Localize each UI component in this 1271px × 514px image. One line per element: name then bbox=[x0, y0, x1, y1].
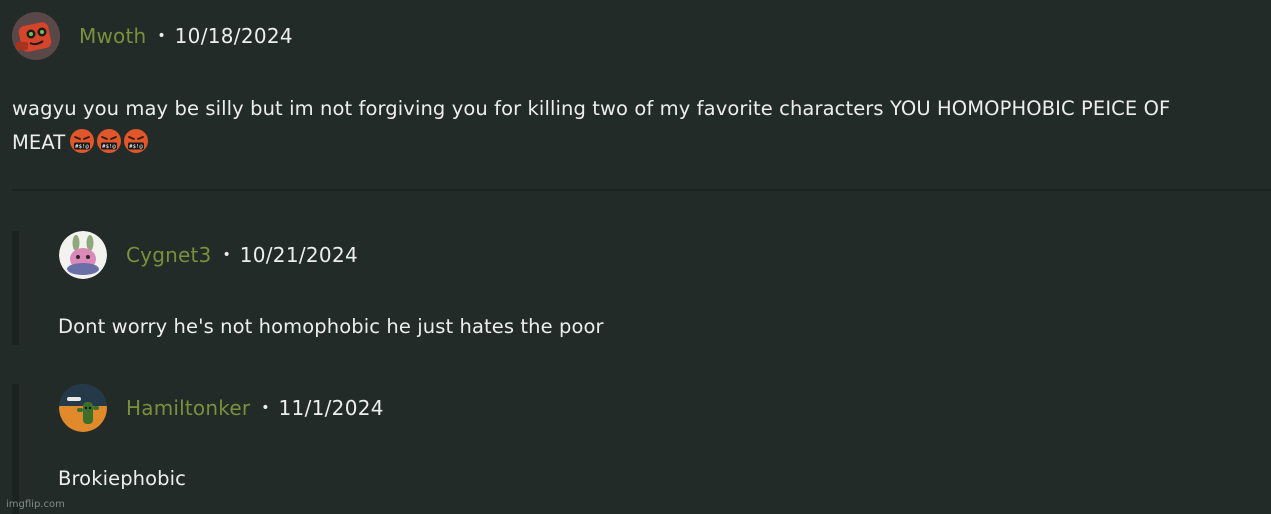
comment-text-line: MEAT #$!@ #$!@ #$!@ bbox=[12, 126, 1267, 160]
username-link[interactable]: Hamiltonker bbox=[126, 396, 250, 420]
emoji-glyph-text: #$!@ bbox=[75, 144, 89, 150]
main-comment-text: wagyu you may be silly but im not forgiv… bbox=[12, 92, 1267, 160]
comment-text-line: Dont worry he's not homophobic he just h… bbox=[58, 315, 604, 338]
main-comment-header: Mwoth • 10/18/2024 bbox=[12, 12, 293, 60]
comment-date: 11/1/2024 bbox=[278, 396, 384, 420]
emoji-glyph-text: #$!@ bbox=[102, 144, 116, 150]
comment-text-line: Brokiephobic bbox=[58, 467, 186, 490]
separator-dot: • bbox=[222, 247, 231, 263]
reply-header: Cygnet3 • 10/21/2024 bbox=[59, 231, 358, 279]
comment-date: 10/21/2024 bbox=[239, 243, 358, 267]
avatar[interactable] bbox=[59, 384, 107, 432]
emoji-glyph-text: #$!@ bbox=[129, 144, 143, 150]
face-with-symbols-on-mouth-icon: #$!@ bbox=[97, 129, 122, 153]
username-link[interactable]: Cygnet3 bbox=[126, 243, 211, 267]
face-with-symbols-on-mouth-icon: #$!@ bbox=[70, 129, 95, 153]
avatar[interactable] bbox=[12, 12, 60, 60]
reply-thread-bar bbox=[12, 231, 19, 345]
emoji-group: #$!@ #$!@ #$!@ bbox=[69, 128, 149, 154]
comment-text-word: MEAT bbox=[12, 131, 66, 154]
red-creature-avatar-icon bbox=[12, 12, 60, 60]
reply-text: Dont worry he's not homophobic he just h… bbox=[58, 310, 604, 344]
comment-text-line: wagyu you may be silly but im not forgiv… bbox=[12, 97, 1171, 120]
comment-divider bbox=[12, 189, 1271, 191]
reply-thread-bar bbox=[12, 384, 19, 514]
imgflip-watermark: imgflip.com bbox=[6, 499, 65, 510]
reply-text: Brokiephobic bbox=[58, 462, 186, 496]
separator-dot: • bbox=[157, 28, 166, 44]
pink-bunny-avatar-icon bbox=[59, 231, 107, 279]
face-with-symbols-on-mouth-icon: #$!@ bbox=[124, 129, 149, 153]
separator-dot: • bbox=[261, 400, 270, 416]
reply-header: Hamiltonker • 11/1/2024 bbox=[59, 384, 384, 432]
cactus-character-avatar-icon bbox=[59, 384, 107, 432]
avatar[interactable] bbox=[59, 231, 107, 279]
username-link[interactable]: Mwoth bbox=[79, 24, 146, 48]
comment-date: 10/18/2024 bbox=[174, 24, 293, 48]
